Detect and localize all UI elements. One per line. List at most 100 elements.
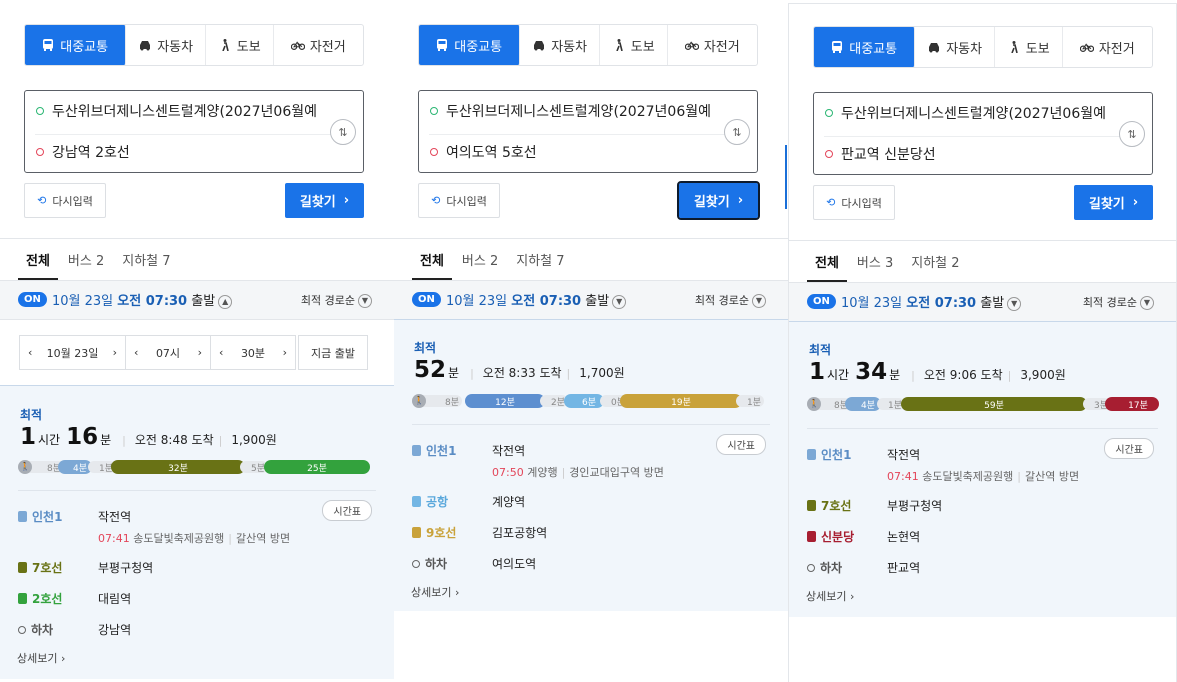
sort-dropdown[interactable]: 최적 경로순 ▼ <box>301 292 372 308</box>
swap-route-button[interactable]: ⇅ <box>724 119 750 145</box>
departure-on-badge[interactable]: ON <box>807 294 836 309</box>
step-line-label: 하차 <box>425 557 448 571</box>
mode-car-button[interactable]: 자동차 <box>915 27 995 67</box>
departure-on-badge[interactable]: ON <box>18 292 47 307</box>
chevron-left-icon[interactable]: ‹ <box>28 346 32 359</box>
timetable-button[interactable]: 시간표 <box>322 500 372 521</box>
chevron-up-icon[interactable]: ▲ <box>218 295 233 309</box>
tab-subway[interactable]: 지하철 7 <box>508 246 572 280</box>
route-step: 하차 강남역 <box>18 619 376 639</box>
chevron-right-icon[interactable]: › <box>198 346 202 359</box>
route-result-card[interactable]: 최적 52 분 | 오전 8:33 도착 | 1,700원 8분 🚶 12분 2분 6분… <box>394 319 788 611</box>
mode-transit-button[interactable]: 대중교통 <box>419 25 521 65</box>
mode-car-button[interactable]: 자동차 <box>126 25 206 65</box>
mode-bike-button[interactable]: 자전거 <box>668 25 757 65</box>
step-detail: 07:41 송도달빛축제공원행 | 갈산역 방면 <box>98 532 291 545</box>
tab-all[interactable]: 전체 <box>18 246 58 280</box>
mode-bike-button[interactable]: 자전거 <box>1063 27 1152 67</box>
route-result-card[interactable]: 최적 1 시간 34 분 | 오전 9:06 도착 | 3,900원 8분 🚶 4분 1분… <box>789 321 1176 617</box>
details-label: 상세보기 <box>411 586 452 599</box>
line7-duration: 32분 <box>168 463 188 474</box>
mode-transit-button[interactable]: 대중교통 <box>814 27 916 67</box>
departure-bar: ON 10월 23일 오전 07:30 출발 ▼ 최적 경로순 ▼ <box>789 282 1176 322</box>
chevron-right-icon[interactable]: › <box>113 346 117 359</box>
mode-bike-button[interactable]: 자전거 <box>274 25 363 65</box>
departure-datetime[interactable]: 10월 23일 오전 07:30 출발 ▲ <box>52 290 233 309</box>
car-icon <box>140 41 151 51</box>
tab-subway[interactable]: 지하철 7 <box>114 246 178 280</box>
route-step: 9호선 김포공항역 <box>412 522 770 542</box>
reset-button[interactable]: ⟲ 다시입력 <box>418 183 500 218</box>
arrival-time: 오전 9:06 도착 <box>923 368 1003 382</box>
search-route-button[interactable]: 길찾기 › <box>677 181 760 220</box>
alight-icon <box>18 625 26 634</box>
origin-field[interactable]: 두산위브더제니스센트럴계양(2027년06월예 <box>430 96 721 126</box>
timetable-button[interactable]: 시간표 <box>716 434 766 455</box>
tab-bus[interactable]: 버스 2 <box>454 246 506 280</box>
tab-subway[interactable]: 지하철 2 <box>903 248 967 282</box>
hour-stepper[interactable]: ‹ 07시 › <box>125 335 211 370</box>
chevron-right-icon[interactable]: › <box>283 346 287 359</box>
step-station: 김포공항역 <box>492 526 548 540</box>
search-route-button[interactable]: 길찾기 › <box>1074 185 1153 220</box>
sort-dropdown[interactable]: 최적 경로순 ▼ <box>695 292 766 308</box>
depart-now-button[interactable]: 지금 출발 <box>298 335 368 370</box>
mode-walk-button[interactable]: 도보 <box>206 25 274 65</box>
bike-icon <box>1079 43 1094 52</box>
step-line: 신분당 <box>807 528 854 545</box>
timetable-button[interactable]: 시간표 <box>1104 438 1154 459</box>
departure-datetime[interactable]: 10월 23일 오전 07:30 출발 ▼ <box>841 292 1022 311</box>
chevron-down-icon[interactable]: ▼ <box>612 295 627 309</box>
destination-field[interactable]: 판교역 신분당선 <box>825 139 1116 169</box>
chevron-left-icon[interactable]: ‹ <box>219 346 223 359</box>
reset-button[interactable]: ⟲ 다시입력 <box>24 183 106 218</box>
destination-field[interactable]: 강남역 2호선 <box>36 137 327 167</box>
shinbundang-segment: 17분 <box>1105 397 1159 411</box>
details-link[interactable]: 상세보기 › <box>806 588 854 604</box>
mode-bike-label: 자전거 <box>703 39 740 55</box>
tab-all[interactable]: 전체 <box>412 246 452 280</box>
date-stepper[interactable]: ‹ 10월 23일 › <box>19 335 126 370</box>
mode-transit-label: 대중교통 <box>454 39 503 55</box>
mode-car-button[interactable]: 자동차 <box>520 25 600 65</box>
search-route-button[interactable]: 길찾기 › <box>285 183 364 218</box>
mode-walk-button[interactable]: 도보 <box>600 25 668 65</box>
walk-duration: 1분 <box>746 397 761 408</box>
reset-button[interactable]: ⟲ 다시입력 <box>813 185 895 220</box>
step-station: 부평구청역 <box>887 499 943 513</box>
destination-dot-icon <box>430 148 438 156</box>
step-time: 07:41 <box>98 532 130 545</box>
route-timeline: 8분 🚶 12분 2분 6분 0분 19분 1분 <box>412 394 764 408</box>
route-result-card[interactable]: 최적 1 시간 16 분 | 오전 8:48 도착 | 1,900원 8분 🚶 4분 1분… <box>0 385 394 679</box>
origin-dot-icon <box>825 109 833 117</box>
chevron-down-icon[interactable]: ▼ <box>1007 297 1022 311</box>
sort-dropdown[interactable]: 최적 경로순 ▼ <box>1083 294 1154 310</box>
mode-walk-button[interactable]: 도보 <box>995 27 1063 67</box>
route-summary: 1 시간 16 분 | 오전 8:48 도착 | 1,900원 <box>20 424 277 450</box>
origin-field[interactable]: 두산위브더제니스센트럴계양(2027년06월예 <box>825 98 1116 128</box>
train-icon <box>18 562 27 573</box>
minute-stepper[interactable]: ‹ 30분 › <box>210 335 296 370</box>
mode-transit-button[interactable]: 대중교통 <box>25 25 127 65</box>
step-line-label: 신분당 <box>821 530 855 544</box>
tab-all[interactable]: 전체 <box>807 248 847 282</box>
duration-minutes: 16 <box>66 424 99 450</box>
swap-route-button[interactable]: ⇅ <box>1119 121 1145 147</box>
step-dest: 계양행 <box>527 466 558 479</box>
incheon1-segment: 4분 <box>58 460 92 474</box>
origin-field[interactable]: 두산위브더제니스센트럴계양(2027년06월예 <box>36 96 327 126</box>
step-line: 하차 <box>412 555 447 572</box>
departure-date: 10월 23일 <box>52 294 114 309</box>
tab-bus[interactable]: 버스 2 <box>60 246 112 280</box>
step-station: 여의도역 <box>492 557 537 571</box>
departure-datetime[interactable]: 10월 23일 오전 07:30 출발 ▼ <box>446 290 627 309</box>
swap-route-button[interactable]: ⇅ <box>330 119 356 145</box>
train-icon <box>412 496 421 507</box>
mode-walk-label: 도보 <box>1025 41 1050 57</box>
details-link[interactable]: 상세보기 › <box>17 650 65 666</box>
details-link[interactable]: 상세보기 › <box>411 584 459 600</box>
departure-on-badge[interactable]: ON <box>412 292 441 307</box>
tab-bus[interactable]: 버스 3 <box>849 248 901 282</box>
chevron-left-icon[interactable]: ‹ <box>134 346 138 359</box>
destination-field[interactable]: 여의도역 5호선 <box>430 137 721 167</box>
